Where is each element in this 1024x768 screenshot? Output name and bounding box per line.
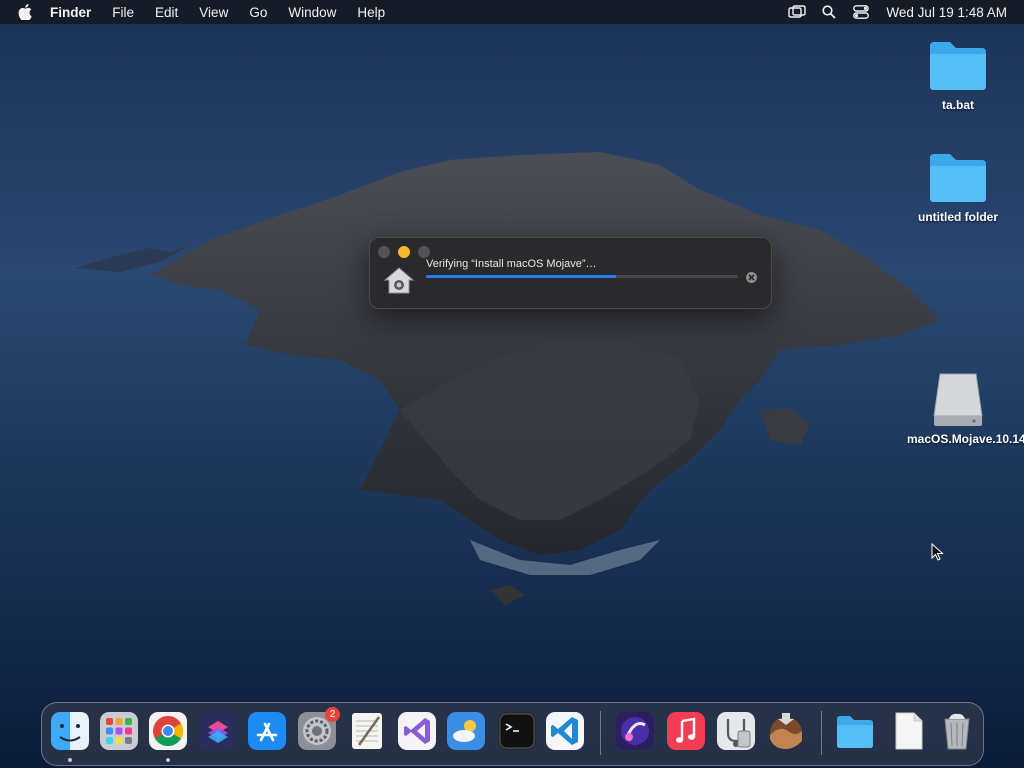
window-minimize-button[interactable] (398, 246, 410, 258)
chrome-icon (149, 712, 187, 750)
menu-app-finder[interactable]: Finder (50, 5, 91, 20)
textedit-icon (352, 713, 382, 749)
shortcuts-icon (199, 712, 237, 750)
dock-item-app-store[interactable] (247, 711, 287, 751)
menu-bar-status: Wed Jul 19 1:48 AM (776, 0, 1007, 24)
launchpad-icon (100, 712, 138, 750)
dock-item-textedit[interactable] (347, 711, 387, 751)
dock-item-visual-studio[interactable] (397, 711, 437, 751)
weather-icon (447, 712, 485, 750)
folder-icon (926, 150, 990, 206)
music-icon (667, 712, 705, 750)
folder-icon (926, 38, 990, 94)
dock-item-vscode[interactable] (545, 711, 585, 751)
verify-progress-window: Verifying “Install macOS Mojave”… (369, 237, 772, 309)
document-icon (895, 712, 923, 750)
dock-item-install-macos-mojave[interactable] (766, 711, 806, 751)
window-zoom-button[interactable] (418, 246, 430, 258)
mojave-installer-icon (770, 713, 802, 749)
mouse-cursor-icon (931, 543, 944, 561)
desktop-item-label: ta.bat (941, 98, 974, 112)
dock-item-downloads[interactable] (835, 711, 875, 751)
progress-message: Verifying “Install macOS Mojave”… (426, 258, 597, 270)
terminal-icon (498, 712, 536, 750)
dock-item-chrome[interactable] (148, 711, 188, 751)
dock-item-weather[interactable] (446, 711, 486, 751)
desktop-item-untitled-folder[interactable]: untitled folder (903, 150, 1013, 224)
desktop-wallpaper (0, 0, 1024, 768)
progress-bar (426, 275, 738, 278)
desktop-item-label: macOS.Mojave.10.14 (907, 432, 1024, 446)
notification-badge: 2 (325, 707, 340, 722)
dock-item-terminal[interactable] (497, 711, 537, 751)
trash-icon (944, 713, 970, 750)
screen-mirroring-icon[interactable] (786, 3, 808, 21)
menu-go[interactable]: Go (249, 5, 267, 20)
finder-icon (51, 712, 89, 750)
close-icon (748, 274, 755, 281)
search-icon[interactable] (818, 3, 840, 21)
menu-file[interactable]: File (112, 5, 134, 20)
menu-edit[interactable]: Edit (155, 5, 178, 20)
dock-separator (600, 711, 601, 755)
progress-bar-fill (426, 275, 617, 278)
folder-icon (837, 716, 873, 748)
menu-bar: Finder File Edit View Go Window Help Wed… (0, 0, 1024, 24)
dock-item-launchpad[interactable] (99, 711, 139, 751)
dock-item-document[interactable] (888, 711, 928, 751)
control-center-icon[interactable] (850, 3, 872, 21)
disk-image-icon (926, 372, 990, 428)
menu-window[interactable]: Window (288, 5, 336, 20)
dock-item-system-preferences[interactable]: 2 (297, 707, 340, 751)
dock: 2 (41, 702, 984, 766)
menu-help[interactable]: Help (357, 5, 385, 20)
installer-home-icon (383, 265, 415, 297)
dock-item-disk-utility[interactable] (716, 711, 756, 751)
disk-utility-icon (717, 712, 755, 750)
dock-item-finder[interactable] (50, 711, 90, 751)
stop-button[interactable] (746, 272, 757, 283)
dock-item-shortcuts[interactable] (198, 711, 238, 751)
visual-studio-icon (398, 712, 436, 750)
dock-item-cleanmymac[interactable] (615, 711, 655, 751)
vscode-icon (546, 712, 584, 750)
running-indicator (166, 758, 170, 762)
app-store-icon (248, 712, 286, 750)
menu-view[interactable]: View (199, 5, 228, 20)
desktop-item-label: untitled folder (918, 210, 998, 224)
menu-bar-clock[interactable]: Wed Jul 19 1:48 AM (886, 5, 1007, 20)
dock-item-music[interactable] (666, 711, 706, 751)
dock-item-trash[interactable] (937, 711, 977, 751)
cleanmymac-icon (616, 712, 654, 750)
running-indicator (68, 758, 72, 762)
dock-separator (821, 711, 822, 755)
window-close-button[interactable] (378, 246, 390, 258)
desktop-item-ta-bat[interactable]: ta.bat (903, 38, 1013, 112)
desktop-item-macos-mojave-dmg[interactable]: macOS.Mojave.10.14 (903, 372, 1024, 446)
apple-menu-icon[interactable] (18, 4, 32, 20)
